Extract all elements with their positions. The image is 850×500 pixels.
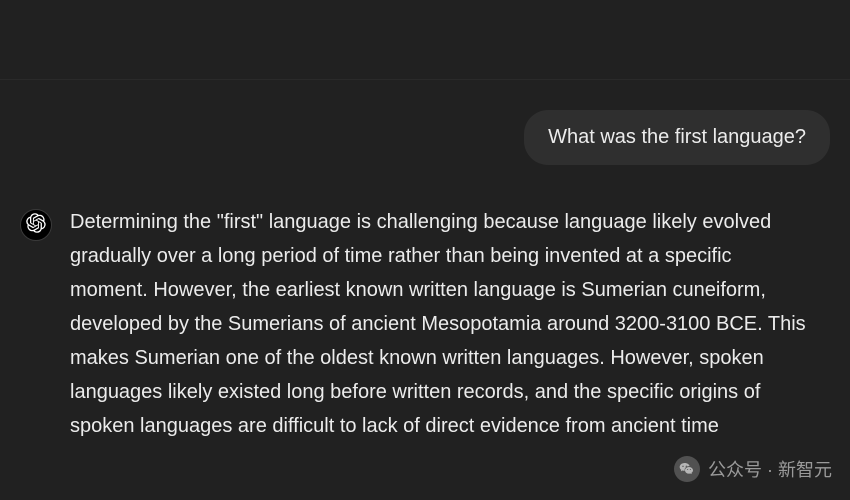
assistant-avatar bbox=[20, 209, 52, 241]
user-message-row: What was the first language? bbox=[20, 110, 830, 165]
app-header bbox=[0, 0, 850, 80]
wechat-icon bbox=[674, 456, 700, 482]
openai-logo-icon bbox=[26, 213, 46, 238]
chat-container: What was the first language? Determining… bbox=[0, 80, 850, 443]
user-message-bubble[interactable]: What was the first language? bbox=[524, 110, 830, 165]
watermark: 公众号 · 新智元 bbox=[674, 456, 832, 482]
assistant-message-text[interactable]: Determining the "first" language is chal… bbox=[70, 205, 830, 443]
assistant-message-row: Determining the "first" language is chal… bbox=[20, 205, 830, 443]
watermark-label: 公众号 · 新智元 bbox=[708, 456, 832, 482]
